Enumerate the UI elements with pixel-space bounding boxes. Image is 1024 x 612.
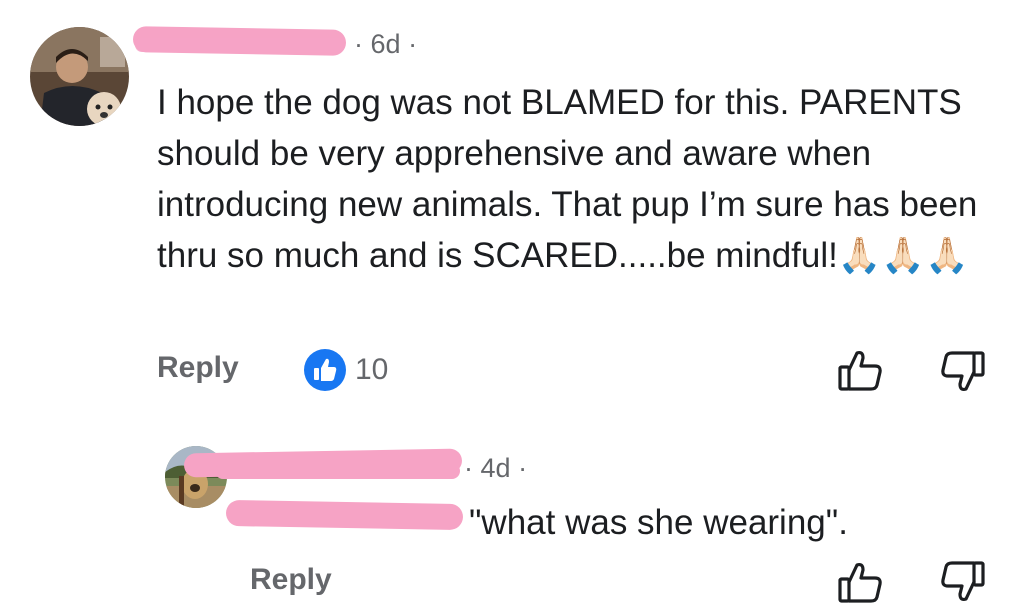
replier-name-redaction bbox=[215, 463, 460, 479]
commenter-avatar[interactable] bbox=[30, 27, 129, 126]
like-reaction-icon bbox=[303, 348, 347, 392]
tagged-name-redaction bbox=[225, 499, 464, 531]
thumbs-up-icon[interactable] bbox=[835, 345, 885, 395]
thumbs-down-icon[interactable] bbox=[938, 347, 988, 397]
reply-text: "what was she wearing". bbox=[469, 503, 848, 542]
like-count: 10 bbox=[355, 353, 389, 386]
reply-reply-button[interactable]: Reply bbox=[250, 563, 332, 597]
comment-timestamp: · 6d · bbox=[354, 29, 418, 59]
comment-time: 6d bbox=[370, 29, 401, 59]
like-reaction-summary[interactable]: 10 bbox=[303, 348, 388, 392]
comment-text: I hope the dog was not BLAMED for this. … bbox=[157, 83, 978, 275]
thumbs-down-icon[interactable] bbox=[938, 557, 988, 607]
commenter-name-redaction bbox=[135, 38, 345, 52]
comment-reply-button[interactable]: Reply bbox=[157, 351, 239, 385]
reply-timestamp: · 4d · bbox=[464, 453, 528, 483]
thumbs-up-icon[interactable] bbox=[835, 557, 885, 607]
reply-time: 4d bbox=[480, 453, 511, 483]
